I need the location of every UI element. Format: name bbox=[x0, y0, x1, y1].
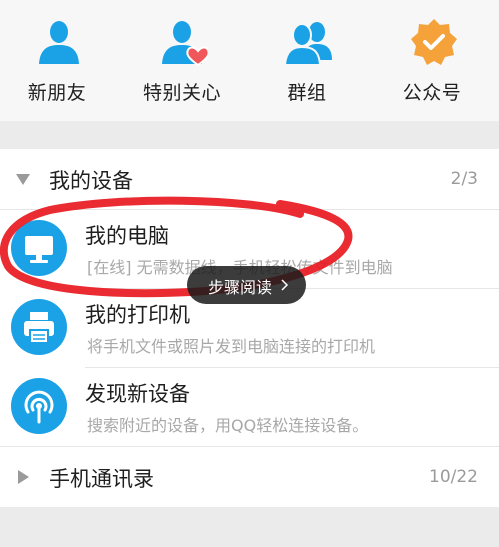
group-count: 10/22 bbox=[429, 467, 478, 487]
group-title: 手机通讯录 bbox=[49, 467, 154, 491]
shortcut-label: 公众号 bbox=[402, 82, 462, 104]
device-description: 搜索附近的设备，用QQ轻松连接设备。 bbox=[87, 416, 369, 435]
discover-device-icon bbox=[11, 378, 67, 434]
shortcut-official-account[interactable]: 公众号 bbox=[377, 18, 487, 108]
computer-icon bbox=[11, 220, 67, 276]
group-icon bbox=[285, 22, 332, 66]
device-item-discover[interactable]: 发现新设备 搜索附近的设备，用QQ轻松连接设备。 bbox=[0, 368, 499, 446]
official-account-icon bbox=[411, 19, 457, 65]
device-name: 发现新设备 bbox=[85, 382, 190, 406]
device-name: 我的电脑 bbox=[85, 224, 169, 248]
shortcut-label: 特别关心 bbox=[142, 82, 221, 104]
chevron-right-icon bbox=[281, 279, 289, 291]
shortcut-bar: 新朋友 特别关心 群组 公众号 bbox=[0, 0, 499, 121]
step-reading-toast[interactable]: 步骤阅读 bbox=[187, 266, 306, 304]
shortcut-new-friend[interactable]: 新朋友 bbox=[2, 18, 112, 108]
printer-icon bbox=[11, 299, 67, 355]
toast-label: 步骤阅读 bbox=[208, 278, 273, 297]
shortcut-group[interactable]: 群组 bbox=[252, 18, 362, 108]
group-header-contacts[interactable]: 手机通讯录 10/22 bbox=[0, 447, 499, 507]
shortcut-label: 群组 bbox=[287, 82, 327, 104]
new-friend-icon bbox=[39, 21, 79, 64]
device-list: 我的设备 2/3 我的电脑 [在线] 无需数据线，手机轻松传文件到电脑 我的打印… bbox=[0, 149, 499, 507]
shortcut-special-care[interactable]: 特别关心 bbox=[127, 18, 237, 108]
special-care-icon bbox=[162, 21, 208, 66]
group-title: 我的设备 bbox=[49, 169, 133, 193]
collapse-arrow-icon bbox=[18, 470, 29, 484]
device-description: 将手机文件或照片发到电脑连接的打印机 bbox=[87, 337, 376, 356]
device-name: 我的打印机 bbox=[85, 303, 190, 327]
shortcut-label: 新朋友 bbox=[27, 82, 87, 104]
group-count: 2/3 bbox=[450, 169, 478, 189]
group-header-my-devices[interactable]: 我的设备 2/3 bbox=[0, 149, 499, 209]
expand-arrow-icon bbox=[16, 174, 30, 185]
